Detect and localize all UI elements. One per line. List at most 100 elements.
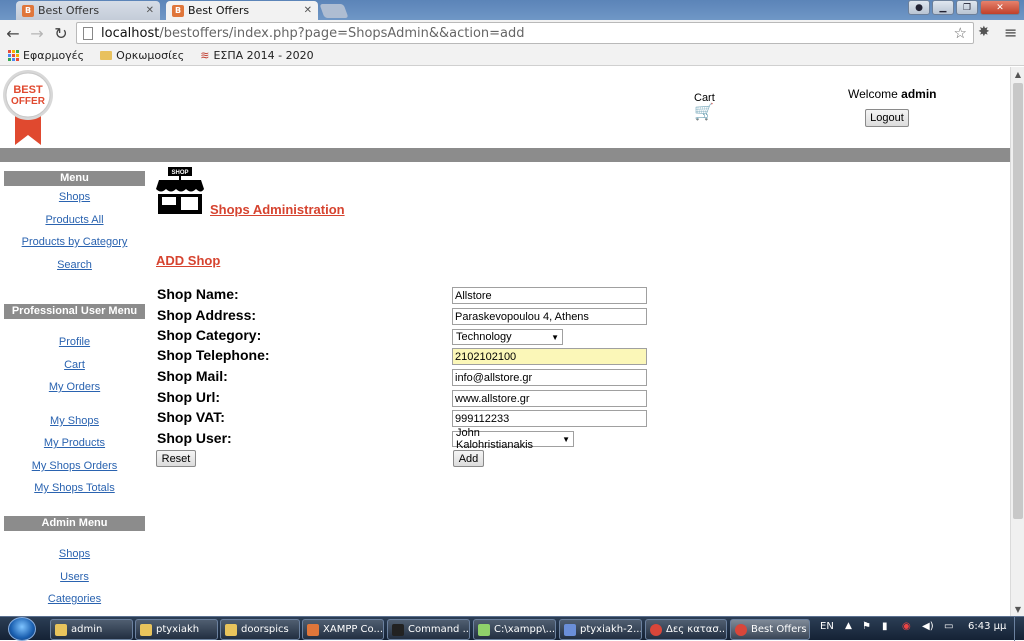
dropdown-arrow-icon: ▼ xyxy=(562,434,570,444)
cart-link[interactable]: Cart 🛒 xyxy=(694,92,715,122)
address-bar[interactable]: localhost/bestoffers/index.php?page=Shop… xyxy=(76,22,974,44)
logout-button[interactable]: Logout xyxy=(865,109,909,127)
shop-user-select[interactable]: John Kalohristianakis ▼ xyxy=(452,427,574,451)
apps-grid-icon xyxy=(8,50,19,61)
reload-icon[interactable]: ↻ xyxy=(50,22,72,44)
close-window-button[interactable]: ✕ xyxy=(980,0,1020,15)
best-offers-favicon: B xyxy=(172,4,184,17)
hamburger-menu-icon[interactable]: ≡ xyxy=(1004,23,1017,42)
clock[interactable]: 6:43 μμ xyxy=(968,621,1006,632)
dropdown-arrow-icon: ▼ xyxy=(551,332,559,342)
tab-title: Best Offers xyxy=(188,4,250,17)
bookmark-espa[interactable]: ≋ ΕΣΠΑ 2014 - 2020 xyxy=(200,49,313,62)
shop-mail-input[interactable] xyxy=(452,369,647,386)
forward-arrow-icon[interactable]: → xyxy=(26,22,48,44)
sidebar-link-products-by-category[interactable]: Products by Category xyxy=(4,236,145,248)
close-icon[interactable]: ✕ xyxy=(146,5,154,16)
shop-name-input[interactable] xyxy=(452,287,647,304)
taskbar-item[interactable]: Command ... xyxy=(387,619,470,640)
browser-toolbar: ← → ↻ localhost/bestoffers/index.php?pag… xyxy=(0,20,1024,46)
page-title: Shops Administration xyxy=(210,202,345,217)
username: admin xyxy=(901,87,937,101)
security-icon[interactable]: ◉ xyxy=(902,621,911,632)
sidebar-link-my-orders[interactable]: My Orders xyxy=(4,381,145,393)
flag-icon[interactable]: ⚑ xyxy=(862,621,871,632)
sidebar-link-cart[interactable]: Cart xyxy=(4,359,145,371)
sidebar-link-my-shops-orders[interactable]: My Shops Orders xyxy=(4,460,145,472)
taskbar-item[interactable]: Δες κατασ... xyxy=(645,619,727,640)
sidebar-link-admin-users[interactable]: Users xyxy=(4,571,145,583)
folder-icon xyxy=(100,51,113,60)
admin-menu-heading: Admin Menu xyxy=(4,516,145,531)
form-subtitle: ADD Shop xyxy=(156,253,221,268)
sidebar-link-admin-shops[interactable]: Shops xyxy=(4,548,145,560)
taskbar-item-active[interactable]: Best Offers ... xyxy=(730,619,810,640)
url-text: localhost/bestoffers/index.php?page=Shop… xyxy=(101,25,525,41)
svg-text:BEST: BEST xyxy=(13,84,43,96)
close-icon[interactable]: ✕ xyxy=(304,5,312,16)
taskbar-item[interactable]: C:\xampp\... xyxy=(473,619,556,640)
shop-category-select[interactable]: Technology ▼ xyxy=(452,329,563,345)
browser-tab[interactable]: B Best Offers ✕ xyxy=(16,1,160,20)
shop-category-label: Shop Category: xyxy=(157,327,262,343)
power-icon[interactable]: ▭ xyxy=(944,621,953,632)
window-controls: ● ▁ ❐ ✕ xyxy=(908,0,1020,15)
show-desktop-button[interactable] xyxy=(1014,617,1024,641)
shop-address-label: Shop Address: xyxy=(157,307,257,323)
new-tab-button[interactable] xyxy=(319,4,349,18)
bookmark-apps[interactable]: Εφαρμογές xyxy=(8,49,84,62)
sidebar-link-shops[interactable]: Shops xyxy=(4,191,145,203)
shopping-cart-icon: 🛒 xyxy=(694,104,715,121)
shop-telephone-input[interactable] xyxy=(452,348,647,365)
sidebar-link-my-shops-totals[interactable]: My Shops Totals xyxy=(4,482,145,494)
browser-tab-strip: B Best Offers ✕ B Best Offers ✕ ● ▁ ❐ ✕ xyxy=(0,0,1024,20)
user-icon[interactable]: ● xyxy=(908,0,930,15)
sidebar-link-products-all[interactable]: Products All xyxy=(4,214,145,226)
shop-vat-input[interactable] xyxy=(452,410,647,427)
sidebar-link-my-shops[interactable]: My Shops xyxy=(4,415,145,427)
browser-tab-active[interactable]: B Best Offers ✕ xyxy=(166,1,318,20)
sidebar-link-my-products[interactable]: My Products xyxy=(4,437,145,449)
shop-name-label: Shop Name: xyxy=(157,286,239,302)
language-indicator[interactable]: EN xyxy=(820,621,834,632)
welcome-message: Welcome admin xyxy=(848,87,937,101)
sidebar-link-search[interactable]: Search xyxy=(4,259,145,271)
shop-address-input[interactable] xyxy=(452,308,647,325)
volume-icon[interactable]: ◀) xyxy=(922,621,934,632)
page-scrollbar[interactable]: ▲ ▼ xyxy=(1010,67,1024,616)
taskbar-item[interactable]: admin xyxy=(50,619,133,640)
svg-text:OFFER: OFFER xyxy=(11,96,46,107)
scrollbar-thumb[interactable] xyxy=(1013,83,1023,519)
shop-url-label: Shop Url: xyxy=(157,389,220,405)
tray-show-hidden-icon[interactable]: ▲ xyxy=(845,621,852,631)
reset-button[interactable]: Reset xyxy=(156,450,196,467)
sidebar-link-admin-categories[interactable]: Categories xyxy=(4,593,145,605)
shop-vat-label: Shop VAT: xyxy=(157,409,225,425)
taskbar-item[interactable]: XAMPP Co... xyxy=(302,619,384,640)
shop-url-input[interactable] xyxy=(452,390,647,407)
extension-icon[interactable]: ✸ xyxy=(978,24,990,40)
svg-text:SHOP: SHOP xyxy=(171,170,188,176)
network-icon[interactable]: ▮ xyxy=(882,621,888,632)
page-icon xyxy=(83,26,93,40)
maximize-button[interactable]: ❐ xyxy=(956,0,978,15)
taskbar-item[interactable]: ptyxiakh-2... xyxy=(559,619,642,640)
shop-mail-label: Shop Mail: xyxy=(157,368,228,384)
best-offer-logo: BEST OFFER xyxy=(3,70,53,145)
scroll-down-arrow-icon[interactable]: ▼ xyxy=(1011,602,1024,616)
shop-storefront-icon: SHOP xyxy=(156,167,204,214)
add-button[interactable]: Add xyxy=(453,450,484,467)
tab-title: Best Offers xyxy=(38,4,100,17)
bookmark-folder[interactable]: Ορκωμοσίες xyxy=(100,49,184,62)
back-arrow-icon[interactable]: ← xyxy=(2,22,24,44)
sidebar-link-profile[interactable]: Profile xyxy=(4,336,145,348)
page-viewport: BEST OFFER Cart 🛒 Welcome admin Logout M… xyxy=(0,67,1010,616)
minimize-button[interactable]: ▁ xyxy=(932,0,954,15)
scroll-up-arrow-icon[interactable]: ▲ xyxy=(1011,67,1024,81)
espa-icon: ≋ xyxy=(200,49,210,62)
menu-heading: Menu xyxy=(4,171,145,186)
taskbar-item[interactable]: ptyxiakh xyxy=(135,619,218,640)
taskbar-item[interactable]: doorspics xyxy=(220,619,300,640)
bookmark-star-icon[interactable]: ☆ xyxy=(954,24,967,42)
start-button[interactable] xyxy=(8,617,36,641)
